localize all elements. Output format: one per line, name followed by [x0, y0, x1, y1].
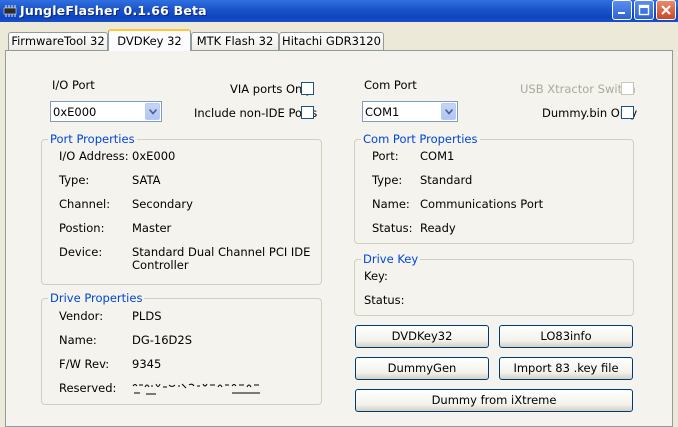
reserved-value-garbled	[132, 383, 260, 395]
position-value: Master	[132, 221, 172, 235]
drive-key-group: Drive Key	[354, 252, 634, 316]
tab-mtk-flash[interactable]: MTK Flash 32	[191, 32, 279, 50]
chip-app-icon	[3, 5, 17, 17]
dvdkey-panel: I/O Port 0xE000 VIA ports Only Include n…	[5, 50, 673, 427]
usb-xtractor-switch-checkbox[interactable]	[621, 82, 634, 95]
com-port-port-label: Port:	[372, 149, 399, 163]
com-port-select[interactable]: COM1	[362, 101, 458, 122]
io-port-label: I/O Port	[52, 78, 95, 92]
device-value: Standard Dual Channel PCI IDE	[132, 245, 311, 259]
drive-key-title: Drive Key	[361, 252, 421, 266]
type-value: SATA	[132, 173, 161, 187]
com-port-type-label: Type:	[372, 173, 403, 187]
com-port-type-value: Standard	[420, 173, 473, 187]
chevron-down-icon	[445, 109, 453, 115]
title-bar[interactable]: JungleFlasher 0.1.66 Beta	[0, 0, 678, 22]
io-address-value: 0xE000	[132, 149, 176, 163]
window-title: JungleFlasher 0.1.66 Beta	[20, 3, 207, 18]
position-label: Postion:	[59, 221, 105, 235]
com-port-value: COM1	[365, 105, 400, 119]
minimize-button[interactable]	[612, 0, 632, 20]
tab-hitachi[interactable]: Hitachi GDR3120	[279, 32, 384, 50]
com-port-name-label: Name:	[372, 197, 410, 211]
channel-label: Channel:	[59, 197, 111, 211]
port-properties-title: Port Properties	[48, 132, 137, 146]
com-port-properties-title: Com Port Properties	[361, 132, 480, 146]
dvdkey32-button[interactable]: DVDKey32	[355, 325, 489, 348]
vendor-value: PLDS	[132, 309, 162, 323]
device-label: Device:	[59, 245, 103, 259]
vendor-label: Vendor:	[59, 309, 104, 323]
com-port-label: Com Port	[364, 78, 417, 92]
com-port-status-label: Status:	[372, 221, 413, 235]
close-icon	[661, 5, 671, 15]
drive-properties-title: Drive Properties	[48, 291, 145, 305]
io-address-label: I/O Address:	[59, 149, 129, 163]
fw-rev-label: F/W Rev:	[59, 357, 110, 371]
drive-key-key-label: Key:	[364, 269, 388, 283]
chevron-down-icon	[149, 109, 157, 115]
import-key-file-button[interactable]: Import 83 .key file	[499, 357, 633, 380]
via-ports-only-label: VIA ports Only	[230, 82, 313, 96]
channel-value: Secondary	[132, 197, 193, 211]
dropdown-button[interactable]	[145, 103, 160, 120]
com-port-port-value: COM1	[420, 149, 455, 163]
tab-strip: FirmwareTool 32 DVDKey 32 MTK Flash 32 H…	[0, 22, 678, 51]
io-port-select[interactable]: 0xE000	[50, 101, 162, 122]
tab-firmwaretool[interactable]: FirmwareTool 32	[8, 32, 108, 50]
minimize-icon	[618, 12, 625, 14]
io-port-value: 0xE000	[53, 105, 97, 119]
name-label: Name:	[59, 333, 97, 347]
com-port-status-value: Ready	[420, 221, 456, 235]
dummy-from-ixtreme-button[interactable]: Dummy from iXtreme	[355, 389, 633, 412]
dropdown-button[interactable]	[441, 103, 456, 120]
maximize-button[interactable]	[634, 0, 654, 20]
drive-key-status-label: Status:	[364, 293, 405, 307]
dummygen-button[interactable]: DummyGen	[355, 357, 489, 380]
include-non-ide-checkbox[interactable]	[301, 106, 314, 119]
close-button[interactable]	[656, 0, 676, 20]
reserved-label: Reserved:	[59, 381, 117, 395]
device-value-line2: Controller	[132, 258, 189, 272]
fw-rev-value: 9345	[132, 357, 162, 371]
maximize-icon	[638, 4, 650, 16]
com-port-name-value: Communications Port	[420, 197, 544, 211]
type-label: Type:	[59, 173, 90, 187]
usb-xtractor-switch-label: USB Xtractor Switch	[520, 82, 636, 96]
include-non-ide-label: Include non-IDE Ports	[194, 106, 318, 120]
name-value: DG-16D2S	[132, 333, 193, 347]
lo83info-button[interactable]: LO83info	[499, 325, 633, 348]
dummy-bin-only-checkbox[interactable]	[621, 106, 634, 119]
tab-dvdkey[interactable]: DVDKey 32	[108, 29, 191, 51]
via-ports-only-checkbox[interactable]	[301, 82, 314, 95]
